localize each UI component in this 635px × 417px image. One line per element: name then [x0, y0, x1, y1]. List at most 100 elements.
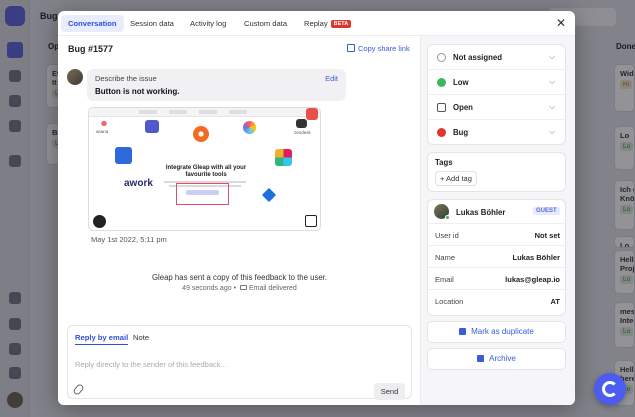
system-message: Gleap has sent a copy of this feedback t…: [151, 273, 328, 282]
screenshot-nav-item: [229, 110, 247, 114]
teams-icon: [145, 120, 159, 133]
clickup-icon: [243, 121, 256, 134]
field-key: Email: [435, 275, 454, 284]
reply-composer: Reply by email Note Reply directly to th…: [67, 325, 412, 400]
flag-icon: [306, 108, 318, 120]
sender-avatar: [67, 69, 83, 85]
close-icon[interactable]: ✕: [555, 17, 567, 29]
conversation-pane: Bug #1577 Copy share link Describe the i…: [58, 36, 421, 405]
field-value: AT: [550, 297, 560, 306]
type-select[interactable]: Bug ⌵: [428, 120, 567, 145]
tab-reply-by-email[interactable]: Reply by email: [75, 333, 129, 345]
trello-icon: [115, 147, 132, 164]
tags-panel: Tags + Add tag: [427, 152, 566, 192]
screenshot-browser-bar: [89, 108, 320, 117]
send-button[interactable]: Send: [374, 383, 405, 400]
user-name-row: Name Lukas Böhler: [428, 246, 567, 268]
share-icon: [347, 44, 355, 52]
user-header: Lukas Böhler GUEST: [428, 200, 567, 224]
priority-value: Low: [453, 78, 469, 87]
modal-tab-bar: Conversation Session data Activity log C…: [58, 11, 575, 36]
field-key: Location: [435, 297, 464, 306]
type-value: Bug: [453, 128, 469, 137]
user-name: Lukas Böhler: [456, 208, 506, 217]
feedback-modal: Conversation Session data Activity log C…: [58, 11, 575, 405]
status-value: Open: [453, 103, 473, 112]
field-value: Lukas Böhler: [512, 253, 560, 262]
screenshot-nav-item: [139, 110, 157, 114]
chevron-down-icon: ⌵: [549, 77, 556, 86]
separator: •: [233, 285, 237, 292]
status-select[interactable]: Open ⌵: [428, 95, 567, 120]
duplicate-icon: [459, 328, 467, 335]
asana-label: asana: [96, 129, 109, 134]
screenshot-nav-item: [169, 110, 187, 114]
user-id-row: User id Not set: [428, 224, 567, 246]
zendesk-icon: [296, 119, 307, 128]
assignee-value: Not assigned: [453, 53, 502, 62]
paperclip-icon[interactable]: [72, 383, 85, 396]
beta-badge: BETA: [330, 20, 352, 28]
mail-icon: [239, 285, 247, 290]
github-icon: [93, 215, 106, 228]
status-open-icon: [437, 103, 446, 112]
notion-icon: [305, 215, 317, 227]
copy-share-link[interactable]: Copy share link: [347, 44, 410, 53]
guest-badge: GUEST: [533, 207, 560, 215]
field-value: Not set: [534, 231, 560, 240]
archive-icon: [477, 355, 485, 362]
user-circle-icon: [437, 53, 446, 62]
field-key: Name: [435, 253, 456, 262]
share-link-label: Copy share link: [358, 44, 410, 53]
chevron-down-icon: ⌵: [549, 127, 556, 136]
priority-select[interactable]: Low ⌵: [428, 70, 567, 95]
gleap-logo-icon: [602, 381, 618, 397]
chevron-down-icon: ⌵: [549, 102, 556, 111]
gleap-launcher-button[interactable]: [594, 373, 626, 405]
message-bubble: Describe the issue Button is not working…: [87, 69, 346, 101]
screenshot-button: [186, 190, 219, 195]
system-time: 49 seconds ago: [182, 285, 232, 292]
form-question: Describe the issue: [95, 74, 157, 83]
online-indicator: [445, 215, 450, 220]
priority-dot-icon: [437, 78, 446, 87]
system-message-meta: 49 seconds ago • Email delivered: [58, 285, 421, 292]
delivery-status: Email delivered: [248, 285, 297, 292]
archive-label: Archive: [489, 354, 516, 363]
message-timestamp: May 1st 2022, 5:11 pm: [91, 235, 167, 244]
tags-title: Tags: [435, 158, 453, 167]
field-value: lukas@gleap.io: [505, 275, 560, 284]
screenshot-heading-line2: favourite tools: [185, 172, 227, 178]
reply-input[interactable]: Reply directly to the sender of this fee…: [75, 360, 227, 369]
screenshot-heading-line1: Integrate Gleap with all your: [165, 165, 247, 171]
tab-replay-label: Replay: [304, 19, 328, 28]
user-location-row: Location AT: [428, 290, 567, 312]
screenshot-heading: Integrate Gleap with all your favourite …: [151, 165, 261, 179]
slack-icon: [275, 149, 292, 166]
asana-icon: [99, 119, 109, 128]
mark-duplicate-button[interactable]: Mark as duplicate: [427, 321, 566, 343]
screenshot-thumbnail[interactable]: asana zendesk Integrate Gleap with all y…: [88, 107, 321, 231]
zapier-icon: [193, 126, 209, 142]
properties-panel: Not assigned ⌵ Low ⌵ Open ⌵ Bug ⌵: [427, 44, 567, 145]
user-email-row: Email lukas@gleap.io: [428, 268, 567, 290]
awork-logo: awork: [124, 178, 153, 189]
user-panel: Lukas Böhler GUEST User id Not set Name …: [427, 199, 567, 316]
assignee-select[interactable]: Not assigned ⌵: [428, 45, 567, 70]
details-pane: Not assigned ⌵ Low ⌵ Open ⌵ Bug ⌵ Tags +…: [421, 36, 575, 405]
tab-conversation[interactable]: Conversation: [61, 15, 124, 32]
tab-replay[interactable]: Replay BETA: [297, 15, 358, 32]
bug-icon: [437, 128, 446, 137]
mark-duplicate-label: Mark as duplicate: [471, 327, 534, 336]
zendesk-label: zendesk: [294, 130, 311, 135]
archive-button[interactable]: Archive: [427, 348, 566, 370]
jira-icon: [261, 187, 277, 203]
add-tag-button[interactable]: + Add tag: [435, 171, 477, 186]
bug-title: Bug #1577: [68, 44, 114, 54]
edit-button[interactable]: Edit: [325, 74, 338, 83]
tab-note[interactable]: Note: [133, 333, 149, 344]
tab-custom-data[interactable]: Custom data: [237, 15, 294, 32]
tab-activity-log[interactable]: Activity log: [183, 15, 233, 32]
tab-session-data[interactable]: Session data: [123, 15, 181, 32]
screenshot-nav-item: [199, 110, 217, 114]
